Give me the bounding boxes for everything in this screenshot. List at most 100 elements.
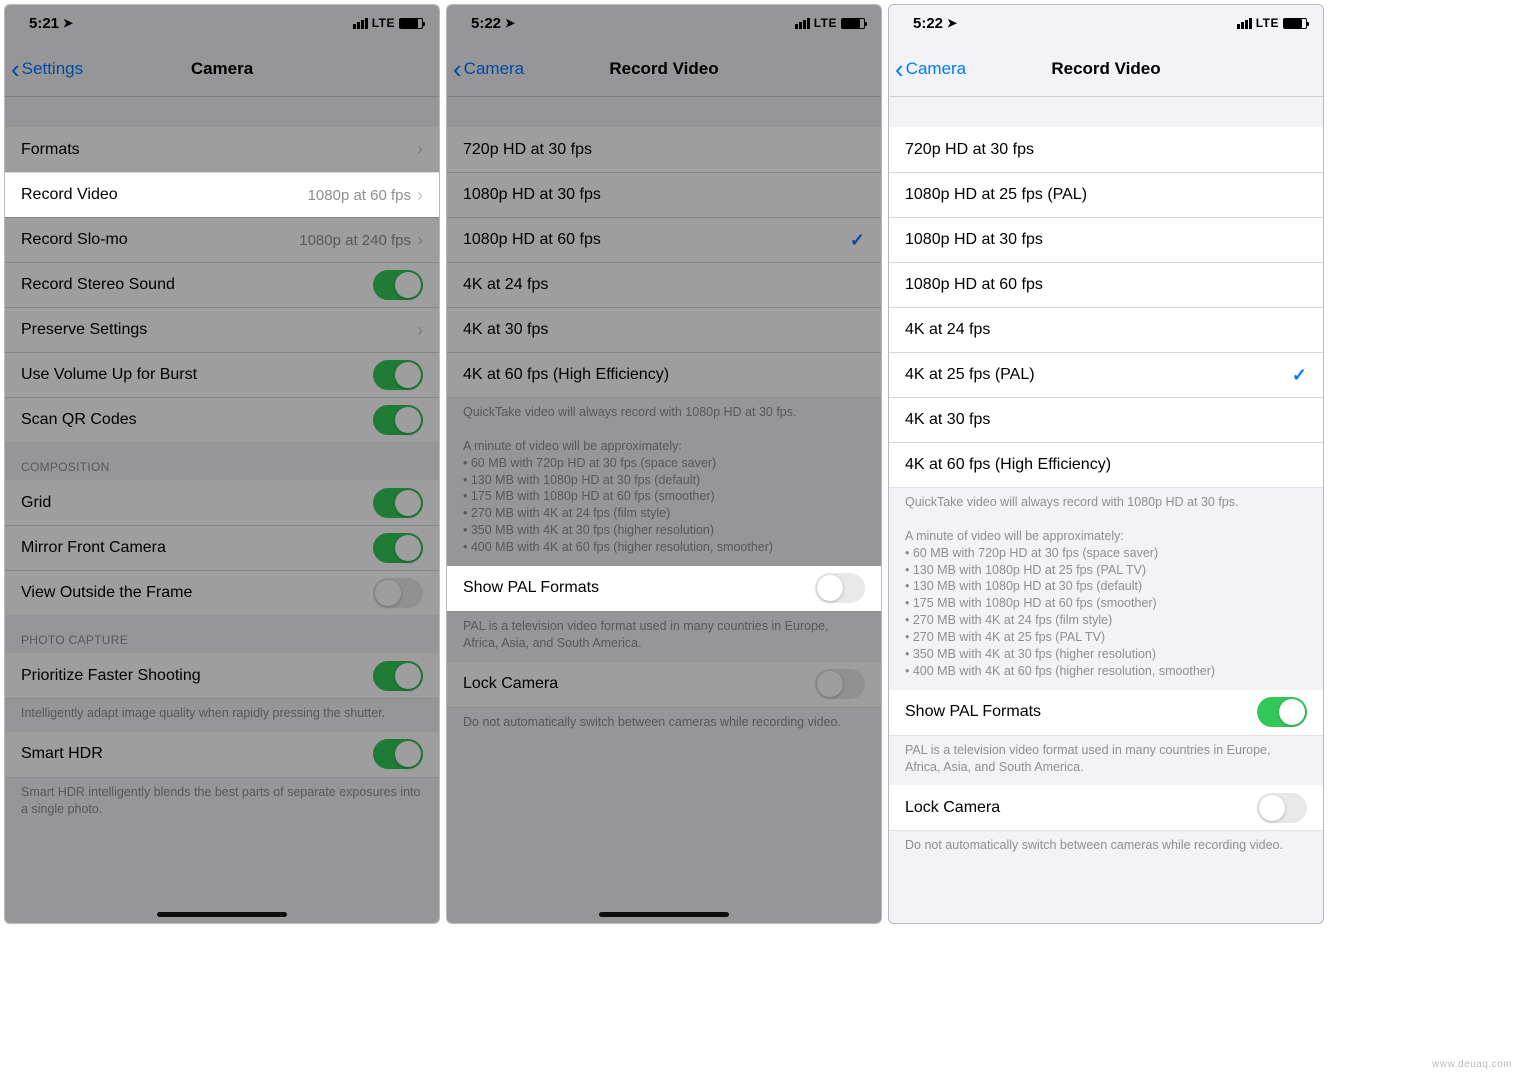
option-row[interactable]: 4K at 30 fps <box>447 307 881 352</box>
footer-lock-camera: Do not automatically switch between came… <box>447 707 881 741</box>
chevron-right-icon: › <box>417 320 423 341</box>
option-label: 4K at 30 fps <box>905 411 990 429</box>
status-bar: 5:22 ➤ LTE <box>447 5 881 41</box>
row-label: Scan QR Codes <box>21 411 137 429</box>
footer-quicktake: QuickTake video will always record with … <box>889 487 1323 690</box>
row-show-pal-formats[interactable]: Show PAL Formats <box>447 566 881 611</box>
location-icon: ➤ <box>505 16 515 30</box>
screenshot-record-video-pal-on: 5:22 ➤ LTE ‹ Camera Record Video 720p HD… <box>888 4 1324 924</box>
signal-icon <box>353 18 368 29</box>
row-label: Lock Camera <box>905 799 1000 817</box>
option-row[interactable]: 4K at 25 fps (PAL)✓ <box>889 352 1323 397</box>
footer-bullet: • 350 MB with 4K at 30 fps (higher resol… <box>905 646 1307 663</box>
status-time: 5:22 <box>471 15 501 32</box>
row-grid[interactable]: Grid <box>5 480 439 525</box>
row-label: Lock Camera <box>463 675 558 693</box>
home-indicator <box>157 912 287 917</box>
network-label: LTE <box>814 16 837 30</box>
option-row[interactable]: 1080p HD at 30 fps <box>889 217 1323 262</box>
toggle-pal-formats[interactable] <box>1257 697 1307 727</box>
row-view-outside[interactable]: View Outside the Frame <box>5 570 439 615</box>
row-label: Smart HDR <box>21 745 103 763</box>
option-row[interactable]: 1080p HD at 60 fps <box>889 262 1323 307</box>
check-icon: ✓ <box>1292 365 1307 386</box>
row-preserve-settings[interactable]: Preserve Settings › <box>5 307 439 352</box>
status-time: 5:22 <box>913 15 943 32</box>
option-row[interactable]: 4K at 24 fps <box>447 262 881 307</box>
row-label: Record Video <box>21 186 118 204</box>
nav-bar: ‹ Camera Record Video <box>889 41 1323 97</box>
section-header-photo-capture: PHOTO CAPTURE <box>5 615 439 653</box>
row-label: Show PAL Formats <box>463 579 599 597</box>
row-label: Record Slo-mo <box>21 231 128 249</box>
option-label: 1080p HD at 60 fps <box>905 276 1043 294</box>
footer-quicktake: QuickTake video will always record with … <box>447 397 881 566</box>
watermark: www.deuaq.com <box>1432 1059 1512 1070</box>
toggle-prioritize[interactable] <box>373 661 423 691</box>
footer-pal: PAL is a television video format used in… <box>889 735 1323 786</box>
row-scan-qr[interactable]: Scan QR Codes <box>5 397 439 442</box>
toggle-pal-formats[interactable] <box>815 573 865 603</box>
row-label: View Outside the Frame <box>21 584 192 602</box>
toggle-volume-burst[interactable] <box>373 360 423 390</box>
option-row[interactable]: 1080p HD at 30 fps <box>447 172 881 217</box>
row-smart-hdr[interactable]: Smart HDR <box>5 732 439 777</box>
footer-bullet: • 270 MB with 4K at 24 fps (film style) <box>905 612 1307 629</box>
toggle-mirror[interactable] <box>373 533 423 563</box>
footer-bullet: • 130 MB with 1080p HD at 30 fps (defaul… <box>463 472 865 489</box>
status-bar: 5:22 ➤ LTE <box>889 5 1323 41</box>
option-label: 4K at 60 fps (High Efficiency) <box>905 456 1111 474</box>
row-mirror-front[interactable]: Mirror Front Camera <box>5 525 439 570</box>
option-label: 1080p HD at 60 fps <box>463 231 601 249</box>
row-record-slomo[interactable]: Record Slo-mo 1080p at 240 fps › <box>5 217 439 262</box>
toggle-stereo[interactable] <box>373 270 423 300</box>
status-time: 5:21 <box>29 15 59 32</box>
option-row[interactable]: 720p HD at 30 fps <box>889 127 1323 172</box>
row-label: Record Stereo Sound <box>21 276 175 294</box>
chevron-right-icon: › <box>417 185 423 206</box>
footer-smart-hdr: Smart HDR intelligently blends the best … <box>5 777 439 828</box>
row-lock-camera[interactable]: Lock Camera <box>447 662 881 707</box>
row-stereo-sound[interactable]: Record Stereo Sound <box>5 262 439 307</box>
row-lock-camera[interactable]: Lock Camera <box>889 785 1323 830</box>
option-row[interactable]: 4K at 24 fps <box>889 307 1323 352</box>
location-icon: ➤ <box>63 16 73 30</box>
row-label: Formats <box>21 141 80 159</box>
nav-bar: ‹ Camera Record Video <box>447 41 881 97</box>
row-record-video[interactable]: Record Video 1080p at 60 fps › <box>5 172 439 217</box>
row-label: Grid <box>21 494 51 512</box>
footer-bullet: • 270 MB with 4K at 24 fps (film style) <box>463 505 865 522</box>
option-row[interactable]: 4K at 60 fps (High Efficiency) <box>447 352 881 397</box>
signal-icon <box>795 18 810 29</box>
toggle-smart-hdr[interactable] <box>373 739 423 769</box>
row-formats[interactable]: Formats › <box>5 127 439 172</box>
option-row[interactable]: 4K at 30 fps <box>889 397 1323 442</box>
toggle-lock-camera[interactable] <box>815 669 865 699</box>
nav-bar: ‹ Settings Camera <box>5 41 439 97</box>
option-label: 1080p HD at 30 fps <box>463 186 601 204</box>
footer-bullet: • 175 MB with 1080p HD at 60 fps (smooth… <box>905 595 1307 612</box>
footer-bullet: • 60 MB with 720p HD at 30 fps (space sa… <box>905 545 1307 562</box>
option-row[interactable]: 1080p HD at 25 fps (PAL) <box>889 172 1323 217</box>
toggle-lock-camera[interactable] <box>1257 793 1307 823</box>
row-label: Show PAL Formats <box>905 703 1041 721</box>
row-label: Prioritize Faster Shooting <box>21 667 201 685</box>
chevron-right-icon: › <box>417 230 423 251</box>
battery-icon <box>1283 18 1307 29</box>
toggle-scan-qr[interactable] <box>373 405 423 435</box>
toggle-grid[interactable] <box>373 488 423 518</box>
row-volume-burst[interactable]: Use Volume Up for Burst <box>5 352 439 397</box>
screenshot-record-video-pal-off: 5:22 ➤ LTE ‹ Camera Record Video 720p HD… <box>446 4 882 924</box>
option-row[interactable]: 1080p HD at 60 fps✓ <box>447 217 881 262</box>
network-label: LTE <box>1256 16 1279 30</box>
footer-bullet: • 175 MB with 1080p HD at 60 fps (smooth… <box>463 488 865 505</box>
option-label: 4K at 60 fps (High Efficiency) <box>463 366 669 384</box>
row-show-pal-formats[interactable]: Show PAL Formats <box>889 690 1323 735</box>
footer-lock-camera: Do not automatically switch between came… <box>889 830 1323 864</box>
row-prioritize-shooting[interactable]: Prioritize Faster Shooting <box>5 653 439 698</box>
option-row[interactable]: 720p HD at 30 fps <box>447 127 881 172</box>
option-label: 4K at 24 fps <box>463 276 548 294</box>
option-row[interactable]: 4K at 60 fps (High Efficiency) <box>889 442 1323 487</box>
row-label: Mirror Front Camera <box>21 539 166 557</box>
toggle-view-outside[interactable] <box>373 578 423 608</box>
